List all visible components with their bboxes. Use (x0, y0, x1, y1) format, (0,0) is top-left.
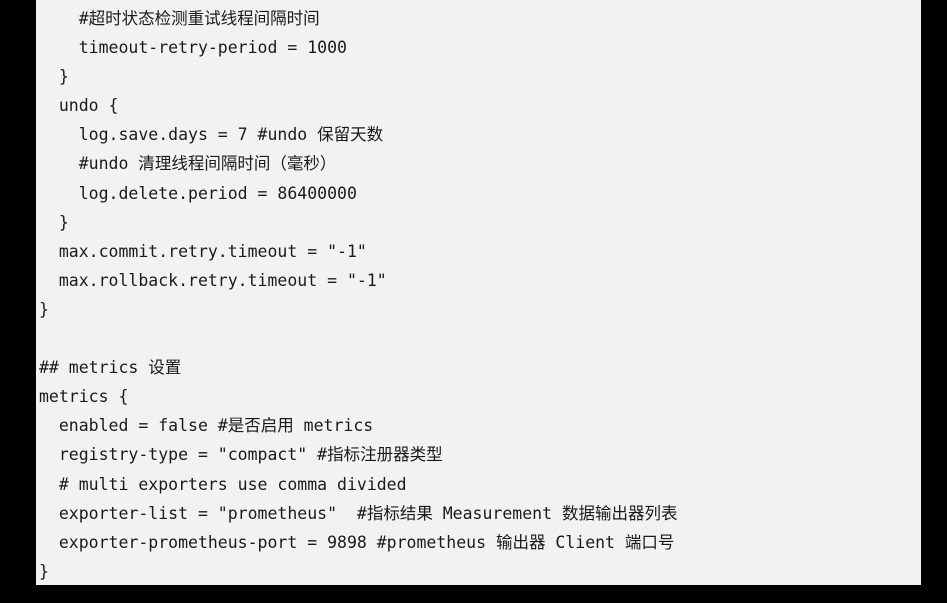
code-block: #超时状态检测重试线程间隔时间 timeout-retry-period = 1… (36, 0, 921, 585)
code-line-14: metrics { (39, 387, 129, 407)
code-line-18: exporter-list = "prometheus" #指标结果 Measu… (39, 503, 678, 523)
code-line-9: max.commit.retry.timeout = "-1" (39, 241, 367, 261)
code-lines: #超时状态检测重试线程间隔时间 timeout-retry-period = 1… (36, 4, 677, 585)
code-line-5: log.save.days = 7 #undo 保留天数 (39, 125, 384, 145)
code-line-20: } (39, 561, 49, 581)
code-line-6: #undo 清理线程间隔时间（毫秒） (39, 154, 337, 174)
code-line-10: max.rollback.retry.timeout = "-1" (39, 270, 387, 290)
code-line-19: exporter-prometheus-port = 9898 #prometh… (39, 532, 675, 552)
code-line-3: } (39, 67, 69, 87)
code-line-2: timeout-retry-period = 1000 (39, 38, 347, 58)
code-line-7: log.delete.period = 86400000 (39, 183, 357, 203)
code-line-15: enabled = false #是否启用 metrics (39, 416, 374, 436)
code-line-13: ## metrics 设置 (39, 358, 182, 378)
code-line-4: undo { (39, 96, 119, 116)
code-line-17: # multi exporters use comma divided (39, 474, 407, 494)
code-line-12 (36, 324, 677, 353)
code-line-11: } (39, 299, 49, 319)
code-line-16: registry-type = "compact" #指标注册器类型 (39, 445, 443, 465)
code-line-8: } (39, 212, 69, 232)
code-line-1: #超时状态检测重试线程间隔时间 (39, 9, 320, 28)
